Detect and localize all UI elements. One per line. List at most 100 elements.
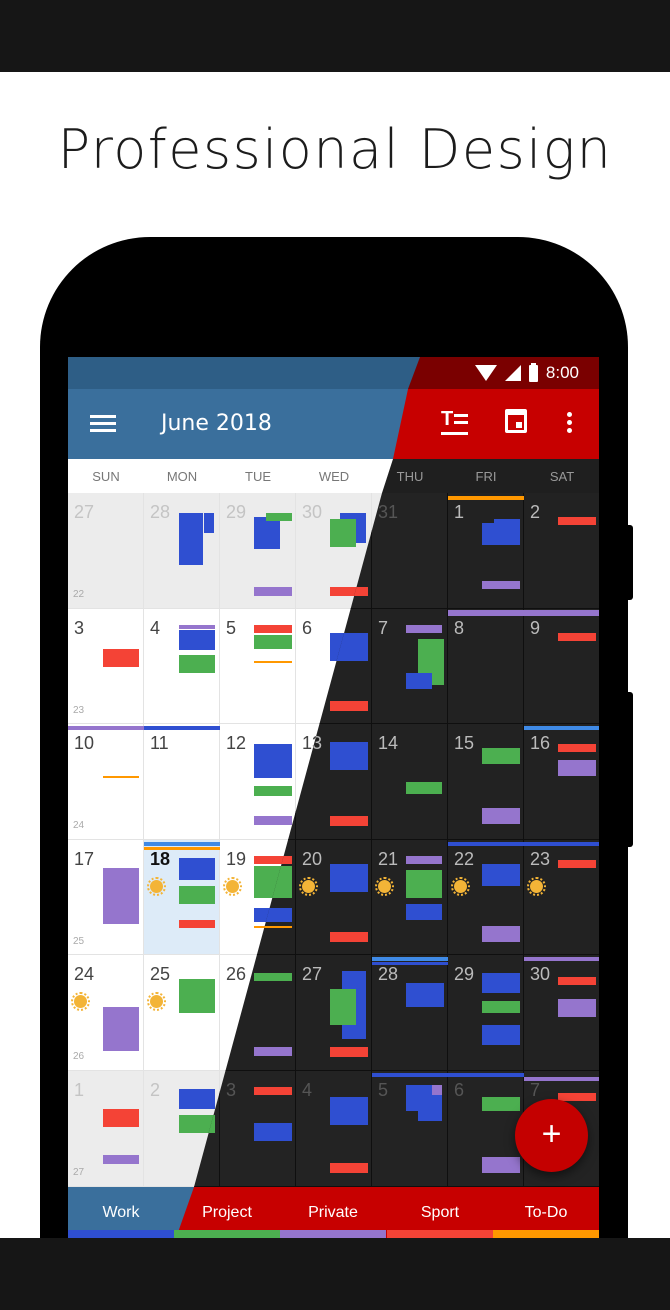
event-block[interactable]: [372, 957, 448, 961]
tab-work[interactable]: Work: [68, 1204, 174, 1222]
event-block[interactable]: [524, 1077, 599, 1081]
event-block[interactable]: [254, 744, 292, 778]
event-block[interactable]: [372, 1073, 448, 1077]
day-cell[interactable]: 25: [144, 955, 220, 1071]
menu-icon[interactable]: [90, 415, 116, 433]
event-block[interactable]: [482, 808, 520, 824]
event-block[interactable]: [254, 517, 280, 549]
event-block[interactable]: [482, 973, 520, 993]
event-block[interactable]: [330, 989, 356, 1025]
event-block[interactable]: [406, 625, 442, 633]
event-block[interactable]: [179, 858, 215, 880]
event-block[interactable]: [406, 782, 442, 794]
day-cell[interactable]: 1 27: [68, 1071, 144, 1187]
event-block[interactable]: [330, 1163, 368, 1173]
day-cell[interactable]: 5: [220, 609, 296, 724]
event-block[interactable]: [204, 513, 214, 533]
event-block[interactable]: [179, 630, 215, 650]
more-options-icon[interactable]: [567, 412, 573, 434]
event-block[interactable]: [330, 932, 368, 942]
event-block[interactable]: [179, 655, 215, 673]
event-block[interactable]: [330, 519, 356, 547]
day-cell[interactable]: 21: [372, 840, 448, 955]
event-block[interactable]: [482, 1097, 520, 1111]
day-cell[interactable]: 2: [524, 493, 599, 609]
event-block[interactable]: [524, 726, 599, 730]
event-block[interactable]: [482, 1157, 520, 1173]
event-block[interactable]: [179, 886, 215, 904]
event-block[interactable]: [103, 1155, 139, 1164]
tab-project[interactable]: Project: [174, 1204, 280, 1222]
event-block[interactable]: [254, 1047, 292, 1056]
day-cell[interactable]: 5: [372, 1071, 448, 1187]
event-block[interactable]: [448, 842, 524, 846]
day-cell[interactable]: 4: [296, 1071, 372, 1187]
event-block[interactable]: [558, 760, 596, 776]
event-block[interactable]: [448, 496, 524, 500]
event-block[interactable]: [179, 513, 203, 565]
event-block[interactable]: [68, 726, 144, 730]
event-block[interactable]: [330, 864, 368, 892]
day-cell[interactable]: 9: [524, 609, 599, 724]
month-title[interactable]: June 2018: [161, 411, 272, 436]
day-cell[interactable]: 1: [448, 493, 524, 609]
event-block[interactable]: [482, 864, 520, 886]
event-block[interactable]: [482, 1025, 520, 1045]
event-block[interactable]: [103, 1007, 139, 1051]
calendar-today-icon[interactable]: [505, 409, 527, 433]
event-block[interactable]: [524, 610, 599, 616]
event-block[interactable]: [482, 581, 520, 589]
day-cell[interactable]: 8: [448, 609, 524, 724]
event-block[interactable]: [254, 635, 292, 649]
event-block[interactable]: [558, 744, 596, 752]
event-block[interactable]: [254, 661, 292, 663]
event-block[interactable]: [179, 920, 215, 928]
event-block[interactable]: [103, 776, 139, 778]
tab-private[interactable]: Private: [280, 1204, 386, 1222]
event-block[interactable]: [494, 519, 520, 545]
day-cell[interactable]: 22: [448, 840, 524, 955]
day-cell[interactable]: 29: [220, 493, 296, 609]
event-block[interactable]: [558, 1093, 596, 1101]
day-cell[interactable]: 15: [448, 724, 524, 840]
event-block[interactable]: [482, 926, 520, 942]
day-cell[interactable]: 4: [144, 609, 220, 724]
event-block[interactable]: [418, 1095, 442, 1121]
day-cell[interactable]: 6: [448, 1071, 524, 1187]
event-block[interactable]: [558, 860, 596, 868]
day-cell[interactable]: 12: [220, 724, 296, 840]
event-block[interactable]: [448, 1073, 524, 1077]
event-block[interactable]: [330, 701, 368, 711]
event-block[interactable]: [254, 973, 292, 981]
day-cell[interactable]: 11: [144, 724, 220, 840]
event-block[interactable]: [254, 625, 292, 633]
event-block[interactable]: [103, 649, 139, 667]
day-cell[interactable]: 10 24: [68, 724, 144, 840]
day-cell[interactable]: 14: [372, 724, 448, 840]
day-cell[interactable]: 30: [524, 955, 599, 1071]
event-block[interactable]: [254, 587, 292, 596]
event-block[interactable]: [372, 962, 448, 965]
event-block[interactable]: [482, 1001, 520, 1013]
event-block[interactable]: [144, 847, 220, 850]
event-block[interactable]: [406, 870, 442, 898]
day-cell[interactable]: 7: [372, 609, 448, 724]
day-cell[interactable]: 3 23: [68, 609, 144, 724]
event-block[interactable]: [448, 610, 524, 616]
event-block[interactable]: [558, 633, 596, 641]
event-block[interactable]: [482, 748, 520, 764]
event-block[interactable]: [330, 816, 368, 826]
event-block[interactable]: [330, 1097, 368, 1125]
event-block[interactable]: [406, 856, 442, 864]
day-cell[interactable]: 24 26: [68, 955, 144, 1071]
tab-todo[interactable]: To-Do: [493, 1204, 599, 1222]
text-format-icon[interactable]: T: [441, 409, 469, 435]
day-cell[interactable]: 16: [524, 724, 599, 840]
event-block[interactable]: [558, 517, 596, 525]
event-block[interactable]: [558, 977, 596, 985]
event-block[interactable]: [432, 1085, 442, 1095]
event-block[interactable]: [254, 786, 292, 796]
event-block[interactable]: [330, 1047, 368, 1057]
event-block[interactable]: [103, 868, 139, 924]
day-cell[interactable]: 23: [524, 840, 599, 955]
